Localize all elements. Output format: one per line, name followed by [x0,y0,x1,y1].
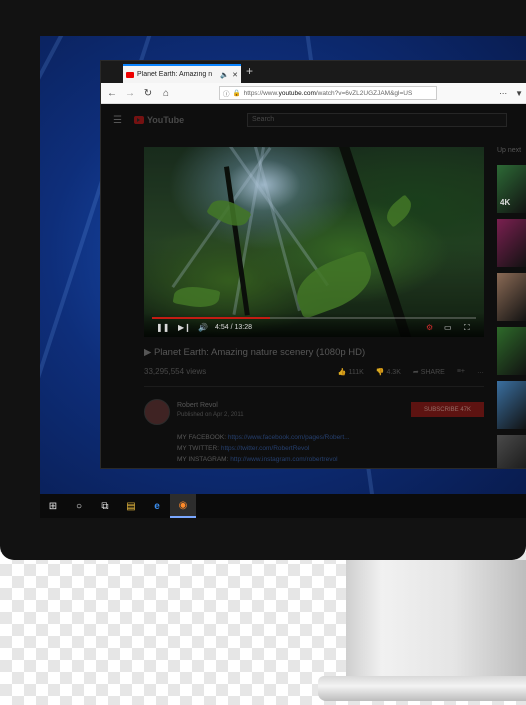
info-icon[interactable]: ⓘ [223,88,230,98]
channel-name[interactable]: Robert Revol [177,402,218,409]
youtube-logo-text: YouTube [146,115,185,125]
tab-bar: Planet Earth: Amazing n 🔈 ✕ + [101,61,526,83]
up-next-thumbnail[interactable] [497,435,526,468]
youtube-logo[interactable]: YouTube [133,115,185,125]
tab-youtube[interactable]: Planet Earth: Amazing n 🔈 ✕ [123,64,241,83]
channel-section: Robert Revol Published on Apr 2, 2011 SU… [144,399,484,463]
nav-toolbar: ← → ↻ ⌂ ⓘ 🔒 https://www. youtube.com/watc… [101,83,526,104]
menu-icon[interactable]: ☰ [113,115,122,126]
quality-badge: 4K [500,198,511,207]
up-next-thumbnail[interactable] [497,381,526,429]
publish-date: Published on Apr 2, 2011 [177,412,244,418]
progress-bar[interactable] [152,317,476,319]
description-label: MY INSTAGRAM: [177,456,231,463]
back-icon[interactable]: ← [105,88,119,99]
player-controls: ❚❚ ▶❙ 🔊 4:54 / 13:28 ⚙ ▭ ⛶ [144,313,484,337]
share-label: SHARE [420,368,445,376]
new-tab-button[interactable]: + [246,65,253,77]
cortana-icon[interactable]: ○ [66,494,92,518]
firefox-window: Planet Earth: Amazing n 🔈 ✕ + ← → ↻ ⌂ ⓘ … [100,60,526,469]
video-title: ▶ Planet Earth: Amazing nature scenery (… [144,347,366,358]
up-next-label: Up next [497,147,522,154]
dislike-count: 4.3K [386,368,401,376]
twitter-link[interactable]: https://twitter.com/RobertRevol [221,445,310,452]
pocket-icon[interactable]: ▼ [515,89,523,98]
windows-taskbar: ⊞ ○ ⧉ ▤ e ◉ [40,494,526,518]
next-icon[interactable]: ▶❙ [178,323,191,333]
dislike-button[interactable]: 👎 4.3K [376,368,401,376]
reload-icon[interactable]: ↻ [141,88,155,99]
more-actions-button[interactable]: … [477,368,484,375]
up-next-thumbnail[interactable] [497,327,526,375]
up-next-thumbnail[interactable] [497,273,526,321]
monitor-stand [346,560,526,678]
description-line: MY TWITTER: https://twitter.com/RobertRe… [177,445,309,452]
divider [144,386,484,387]
add-to-playlist-icon[interactable]: ≡+ [457,368,465,375]
edge-icon[interactable]: e [144,494,170,518]
youtube-page: ☰ YouTube Search ❚❚ ▶❙ 🔊 4:54 / 13:28 ⚙ … [101,104,526,468]
time-total: 13:28 [234,324,253,331]
up-next-thumbnail[interactable]: 4K [497,165,526,213]
firefox-icon[interactable]: ◉ [170,494,196,518]
progress-fill [152,317,270,319]
youtube-favicon-icon [126,71,134,78]
tab-title: Planet Earth: Amazing n [137,71,213,78]
description-label: MY FACEBOOK: [177,434,228,441]
windows-start-icon[interactable]: ⊞ [40,494,66,518]
like-button[interactable]: 👍 111K [338,368,364,376]
audio-playing-icon[interactable]: 🔈 [220,71,229,79]
video-info: ▶ Planet Earth: Amazing nature scenery (… [144,347,484,387]
forward-icon[interactable]: → [123,88,137,99]
pause-icon[interactable]: ❚❚ [156,323,169,333]
description-label: MY TWITTER: [177,445,221,452]
time-display: 4:54 / 13:28 [215,323,252,333]
video-player[interactable]: ❚❚ ▶❙ 🔊 4:54 / 13:28 ⚙ ▭ ⛶ [144,147,484,337]
youtube-play-icon [133,116,144,124]
home-icon[interactable]: ⌂ [159,88,173,99]
volume-icon[interactable]: 🔊 [198,323,208,333]
share-button[interactable]: ➦ SHARE [413,368,445,376]
url-prefix: https://www. [243,89,279,97]
desktop-screen: Planet Earth: Amazing n 🔈 ✕ + ← → ↻ ⌂ ⓘ … [40,36,526,518]
like-count: 111K [348,368,364,376]
description-line: MY FACEBOOK: https://www.facebook.com/pa… [177,434,350,441]
time-separator: / [230,324,233,331]
theater-mode-icon[interactable]: ▭ [444,323,452,333]
subscribe-label: SUBSCRIBE [423,406,459,413]
task-view-icon[interactable]: ⧉ [92,494,118,518]
up-next-thumbnail[interactable] [497,219,526,267]
subscriber-count: 47K [460,406,472,413]
page-actions-icon[interactable]: ⋯ [499,89,507,98]
view-count: 33,295,554 views [144,367,207,376]
url-path: /watch?v=6vZL2UGZJAM&gl=US [315,89,413,97]
file-explorer-icon[interactable]: ▤ [118,494,144,518]
search-input[interactable]: Search [247,113,507,127]
close-tab-icon[interactable]: ✕ [232,71,238,79]
lock-icon: 🔒 [232,90,241,97]
url-bar[interactable]: ⓘ 🔒 https://www. youtube.com/watch?v=6vZL… [219,86,437,100]
instagram-link[interactable]: http://www.instagram.com/robertrevol [230,456,337,463]
subscribe-button[interactable]: SUBSCRIBE 47K [411,402,484,417]
channel-avatar[interactable] [144,399,170,425]
description-line: MY INSTAGRAM: http://www.instagram.com/r… [177,456,338,463]
settings-gear-icon[interactable]: ⚙ [426,323,433,333]
time-current: 4:54 [215,324,229,331]
url-host: youtube.com [278,89,316,97]
youtube-header: ☰ YouTube Search [101,104,526,136]
fullscreen-icon[interactable]: ⛶ [464,323,470,333]
monitor-stand-base [318,676,526,701]
facebook-link[interactable]: https://www.facebook.com/pages/Robert... [228,434,350,441]
